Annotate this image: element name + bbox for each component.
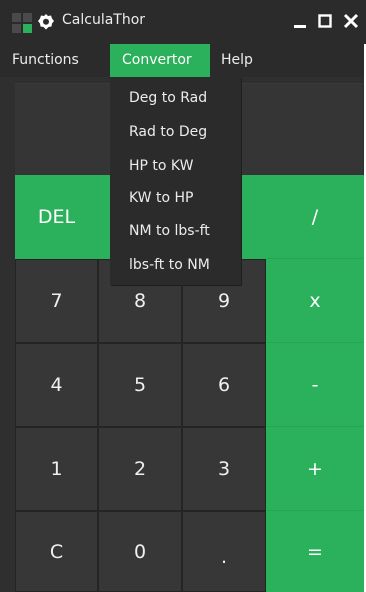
minimize-icon[interactable]: [291, 10, 311, 32]
menu-convertor[interactable]: Convertor: [110, 44, 210, 77]
key-0[interactable]: 0: [98, 511, 182, 592]
menu-item-nm-to-lbs-ft[interactable]: NM to lbs-ft: [110, 214, 241, 248]
divide-button[interactable]: /: [266, 175, 364, 259]
delete-button[interactable]: DEL: [15, 175, 98, 259]
minus-button[interactable]: -: [266, 343, 364, 427]
decimal-button[interactable]: .: [182, 511, 266, 592]
key-4[interactable]: 4: [15, 343, 98, 427]
calculator-window: CalculaThor Functions Convertor Help DEL…: [0, 0, 366, 592]
menu-functions[interactable]: Functions: [0, 44, 91, 77]
convertor-dropdown: Deg to Rad Rad to Deg HP to KW KW to HP …: [110, 77, 241, 285]
close-icon[interactable]: [341, 10, 361, 32]
menu-item-deg-to-rad[interactable]: Deg to Rad: [110, 81, 241, 115]
menu-bar: Functions Convertor Help: [0, 44, 366, 77]
maximize-icon[interactable]: [316, 10, 336, 32]
menu-item-hp-to-kw[interactable]: HP to KW: [110, 149, 241, 183]
calculator-app-icon: [12, 13, 32, 33]
plus-button[interactable]: +: [266, 427, 364, 511]
menu-item-rad-to-deg[interactable]: Rad to Deg: [110, 115, 241, 149]
key-7[interactable]: 7: [15, 259, 98, 343]
clear-button[interactable]: C: [15, 511, 98, 592]
key-1[interactable]: 1: [15, 427, 98, 511]
equals-button[interactable]: =: [266, 511, 364, 592]
menu-item-lbs-ft-to-nm[interactable]: lbs-ft to NM: [110, 248, 241, 282]
key-2[interactable]: 2: [98, 427, 182, 511]
menu-item-kw-to-hp[interactable]: KW to HP: [110, 181, 241, 215]
key-6[interactable]: 6: [182, 343, 266, 427]
title-bar: CalculaThor: [0, 0, 366, 44]
key-5[interactable]: 5: [98, 343, 182, 427]
menu-help[interactable]: Help: [209, 44, 265, 77]
window-title: CalculaThor: [62, 12, 146, 28]
multiply-button[interactable]: x: [266, 259, 364, 343]
key-3[interactable]: 3: [182, 427, 266, 511]
gear-icon[interactable]: [37, 13, 55, 31]
